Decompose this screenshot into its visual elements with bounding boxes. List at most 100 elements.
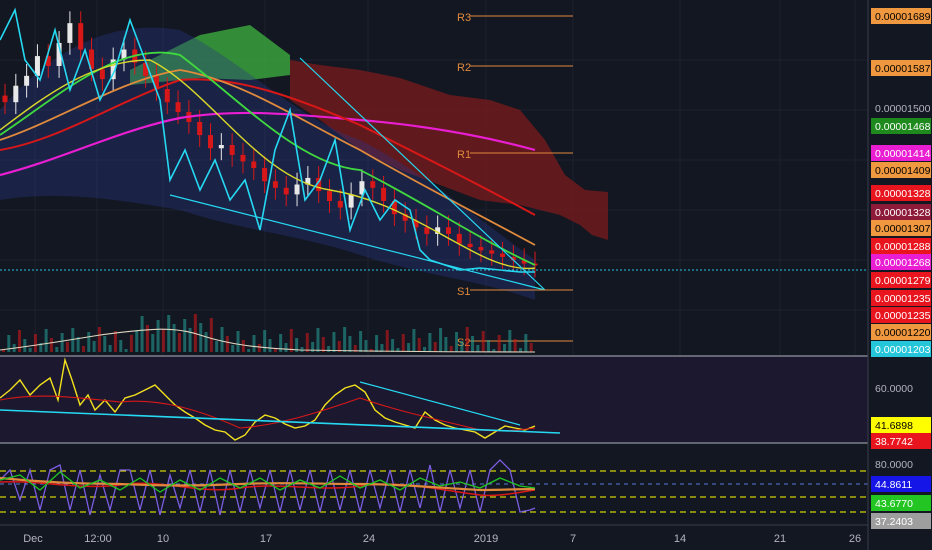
price-tag: 0.00001328 — [875, 188, 931, 200]
candle-body — [272, 181, 278, 188]
volume-bar — [161, 329, 165, 352]
candle-body — [24, 75, 30, 86]
volume-bar — [177, 333, 181, 352]
candle-body — [13, 85, 19, 103]
volume-bar — [92, 341, 96, 352]
volume-bar — [412, 329, 416, 352]
volume-bar — [449, 346, 453, 352]
candle-body — [326, 191, 332, 201]
volume-bar — [375, 335, 379, 352]
time-axis-label: 7 — [570, 533, 576, 545]
volume-bar — [215, 341, 219, 352]
volume-bar — [167, 315, 171, 352]
candle-body — [283, 187, 289, 195]
time-axis-label: 2019 — [474, 533, 498, 545]
volume-bar — [17, 330, 21, 352]
time-axis-label: 26 — [849, 533, 861, 545]
price-tag: 0.00001203 — [875, 344, 931, 356]
candle-body — [197, 121, 203, 136]
candle-body — [2, 95, 8, 103]
candle-body — [294, 184, 300, 195]
volume-bar — [81, 346, 85, 352]
time-axis-label: 10 — [157, 533, 169, 545]
stoch-label: 44.8611 — [875, 479, 912, 491]
volume-bar — [407, 343, 411, 352]
volume-bar — [465, 327, 469, 352]
candle-body — [240, 154, 246, 162]
volume-bar — [348, 336, 352, 352]
volume-bar — [156, 320, 160, 352]
volume-bar — [140, 316, 144, 352]
volume-bar — [199, 323, 203, 352]
volume-bar — [209, 318, 213, 352]
volume-bar — [385, 330, 389, 352]
chart-canvas: R3 R2 R1 S1 S2 0.000016890.000015870.000… — [0, 0, 932, 550]
volume-bar — [257, 344, 261, 352]
volume-bar — [135, 330, 139, 352]
candle-body — [208, 135, 214, 149]
price-tag: 0.00001468 — [875, 121, 931, 133]
candle-body — [175, 102, 181, 113]
time-axis-label: 12:00 — [84, 533, 112, 545]
volume-bar — [145, 325, 149, 352]
volume-bar — [519, 348, 523, 352]
volume-bar — [108, 345, 112, 352]
price-tag: 0.00001307 — [875, 223, 931, 235]
volume-bar — [284, 343, 288, 352]
volume-bar — [401, 334, 405, 352]
volume-bar — [497, 335, 501, 352]
volume-bar — [455, 332, 459, 352]
rsi-label: 41.6898 — [875, 420, 913, 432]
volume-bar — [433, 342, 437, 352]
volume-bar — [97, 327, 101, 352]
time-axis-label: 24 — [363, 533, 375, 545]
candle-body — [456, 233, 462, 244]
volume-bar — [225, 336, 229, 352]
time-axis-label: 21 — [774, 533, 786, 545]
candle-body — [218, 145, 224, 149]
volume-bar — [268, 339, 272, 352]
candle-body — [67, 23, 73, 43]
pivot-label-s1: S1 — [457, 286, 470, 298]
time-axis-label: Dec — [23, 533, 43, 545]
volume-bar — [529, 343, 533, 352]
volume-bar — [183, 319, 187, 352]
candle-body — [99, 69, 105, 80]
time-axis-label: 14 — [674, 533, 686, 545]
time-axis-label: 17 — [260, 533, 272, 545]
volume-bar — [129, 335, 133, 352]
candle-body — [251, 161, 257, 169]
volume-bar — [55, 347, 59, 352]
rsi-label: 60.0000 — [875, 383, 913, 395]
volume-bar — [204, 332, 208, 352]
candle-body — [78, 23, 84, 50]
pivot-label-r3: R3 — [457, 12, 471, 24]
stoch-label: 37.2403 — [875, 516, 913, 528]
volume-bar — [327, 346, 331, 352]
volume-bar — [33, 334, 37, 352]
volume-bar — [113, 331, 117, 352]
volume-bar — [439, 328, 443, 352]
volume-bar — [263, 330, 267, 352]
volume-bar — [305, 333, 309, 352]
volume-bar — [364, 340, 368, 352]
volume-bar — [241, 340, 245, 352]
volume-bar — [28, 348, 32, 352]
pivot-label-r2: R2 — [457, 62, 471, 74]
price-tag: 0.00001328 — [875, 207, 931, 219]
volume-bar — [220, 327, 224, 352]
candle-body — [229, 145, 235, 155]
candle-body — [424, 227, 430, 234]
volume-bar — [172, 324, 176, 352]
pivot-label-r1: R1 — [457, 149, 471, 161]
volume-bar — [476, 345, 480, 352]
candle-body — [348, 194, 354, 208]
volume-bar — [321, 337, 325, 352]
volume-bar — [124, 349, 128, 352]
price-tag: 0.00001279 — [875, 275, 931, 287]
stoch-label: 43.6770 — [875, 498, 913, 510]
volume-bar — [428, 333, 432, 352]
volume-bar — [60, 333, 64, 352]
volume-bar — [231, 345, 235, 352]
volume-bar — [460, 341, 464, 352]
